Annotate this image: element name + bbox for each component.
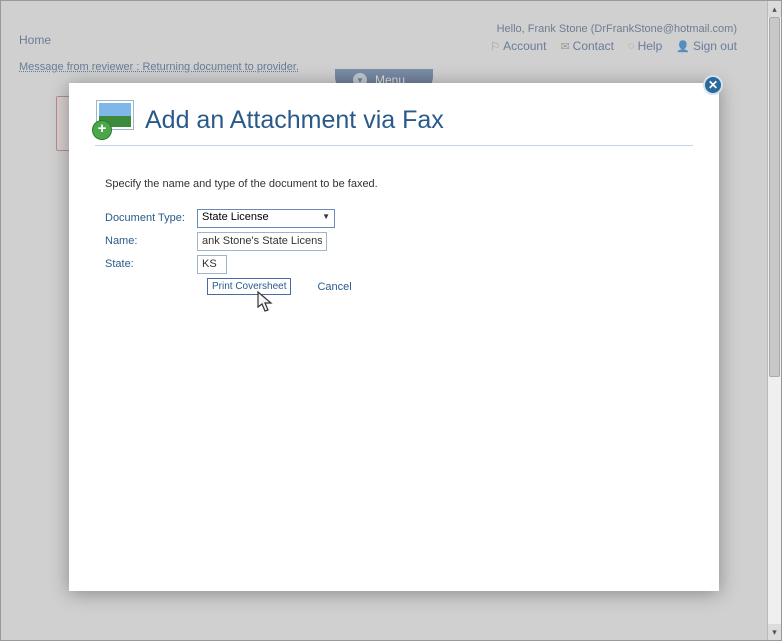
close-button[interactable]: ✕ <box>703 75 723 95</box>
name-label: Name: <box>105 235 197 247</box>
attachment-photo-icon: + <box>95 101 135 135</box>
name-input[interactable] <box>197 232 327 251</box>
print-coversheet-button[interactable]: Print Coversheet <box>207 278 291 295</box>
document-type-value: State License <box>202 211 269 223</box>
vertical-scrollbar[interactable]: ▴ ▾ <box>767 1 781 640</box>
modal-header: + Add an Attachment via Fax <box>95 101 693 146</box>
state-input[interactable] <box>197 255 227 274</box>
plus-icon: + <box>93 121 111 139</box>
cancel-link[interactable]: Cancel <box>317 281 351 293</box>
scrollbar-thumb[interactable] <box>769 17 780 377</box>
instruction-text: Specify the name and type of the documen… <box>105 178 693 190</box>
scroll-down-icon[interactable]: ▾ <box>768 624 781 640</box>
document-type-select[interactable]: State License <box>197 209 335 228</box>
scroll-up-icon[interactable]: ▴ <box>768 1 781 17</box>
state-label: State: <box>105 258 197 270</box>
close-icon: ✕ <box>708 78 718 92</box>
modal-title: Add an Attachment via Fax <box>145 106 444 135</box>
fax-attachment-modal: + Add an Attachment via Fax Specify the … <box>69 83 719 591</box>
document-type-label: Document Type: <box>105 212 197 224</box>
form: Document Type: State License Name: State… <box>105 208 693 295</box>
